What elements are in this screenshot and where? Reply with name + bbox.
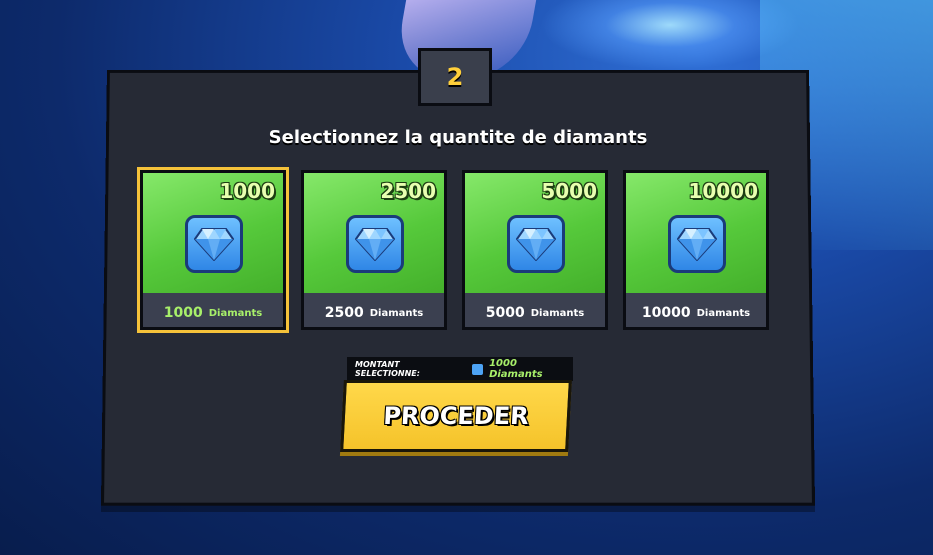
pack-card-label: 1000 Diamants [143,293,283,327]
selected-amount-bar: MONTANT SELECTIONNE: 1000 Diamants [347,357,573,381]
pack-card-5000[interactable]: 5000 5000 Diamants [462,170,608,330]
pack-card-label: 5000 Diamants [465,293,605,327]
pack-label-number: 1000 [163,305,203,321]
pack-amount: 1000 [219,179,275,203]
page-title: Selectionnez la quantite de diamants [268,127,648,148]
diamond-icon [346,215,404,273]
pack-amount: 10000 [688,179,758,203]
pack-card-label: 10000 Diamants [626,293,766,327]
pack-label-unit: Diamants [369,307,424,319]
pack-label-number: 5000 [485,305,525,321]
pack-label-unit: Diamants [530,307,585,319]
pack-label-unit: Diamants [208,307,263,319]
pack-amount: 2500 [380,179,436,203]
pack-amount: 5000 [541,179,597,203]
pack-card-2500[interactable]: 2500 2500 Diamants [301,170,447,330]
proceed-button[interactable]: PROCEDER [340,380,572,452]
step-indicator: 2 [418,48,492,106]
selected-amount-label: MONTANT SELECTIONNE: [355,360,420,378]
diamond-small-icon [472,363,484,375]
selected-amount-value: 1000 Diamants [489,358,543,380]
pack-card-top: 5000 [465,173,605,293]
pack-card-top: 1000 [143,173,283,293]
pack-label-number: 2500 [324,305,364,321]
diamond-icon [668,215,726,273]
pack-card-top: 2500 [304,173,444,293]
pack-card-label: 2500 Diamants [304,293,444,327]
pack-label-number: 10000 [641,305,691,321]
pack-card-top: 10000 [626,173,766,293]
pack-label-unit: Diamants [696,307,751,319]
diamond-icon [185,215,243,273]
pack-card-1000[interactable]: 1000 1000 Diamants [140,170,286,330]
diamond-icon [507,215,565,273]
pack-card-10000[interactable]: 10000 10000 Diamants [623,170,769,330]
